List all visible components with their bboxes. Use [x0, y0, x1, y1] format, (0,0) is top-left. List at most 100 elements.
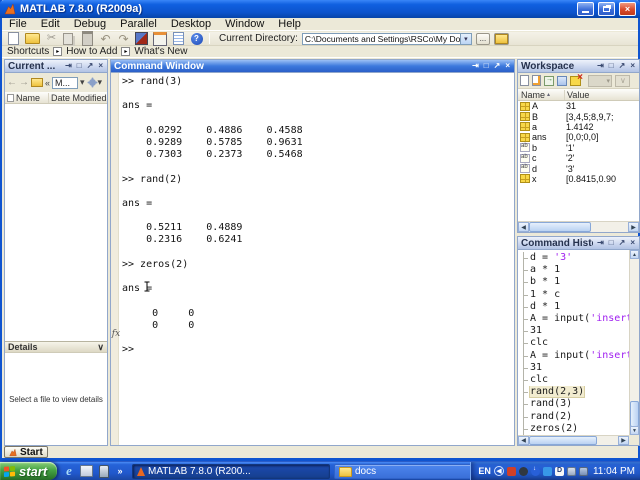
menu-parallel[interactable]: Parallel	[113, 18, 164, 30]
windows-start-button[interactable]: start	[0, 462, 57, 480]
command-window-undock-button[interactable]: ↗	[493, 62, 502, 70]
tray-icon-blue-badge[interactable]	[542, 466, 552, 476]
scroll-left-icon[interactable]: ◀	[518, 222, 529, 232]
clock[interactable]: 11:04 PM	[593, 466, 635, 477]
history-item[interactable]: b * 1	[518, 276, 629, 288]
combo-dropdown-icon[interactable]: ▾	[459, 33, 471, 44]
column-header-date-modified[interactable]: Date Modified	[49, 93, 107, 103]
delete-variable-icon[interactable]	[570, 72, 583, 86]
details-collapse-icon[interactable]: ∨	[97, 342, 104, 353]
command-window-text[interactable]: >> rand(3) ans = 0.0292 0.4886 0.4588 0.…	[122, 76, 512, 443]
save-workspace-icon[interactable]	[557, 75, 567, 86]
menu-help[interactable]: Help	[271, 18, 308, 30]
help-icon[interactable]	[190, 32, 203, 45]
menu-debug[interactable]: Debug	[67, 18, 113, 30]
new-variable-icon[interactable]	[520, 75, 529, 86]
language-indicator[interactable]: EN	[478, 466, 491, 476]
taskbar-task-matlab[interactable]: MATLAB 7.8.0 (R200...	[132, 464, 330, 479]
history-item[interactable]: clc	[518, 337, 629, 349]
command-window-body[interactable]: fx >> rand(3) ans = 0.0292 0.4886 0.4588…	[111, 73, 514, 445]
command-window-maximize-button[interactable]: □	[483, 62, 490, 70]
current-folder-title-bar[interactable]: Current ... ⇥ □ ↗ ×	[5, 60, 107, 73]
copy-icon[interactable]	[63, 32, 76, 45]
history-item[interactable]: clc	[518, 374, 629, 386]
folder-icon[interactable]	[31, 78, 43, 87]
open-variable-icon[interactable]	[532, 75, 541, 86]
workspace-variable-row[interactable]: B [3,4,5;8,9,7;	[518, 111, 639, 122]
history-item[interactable]: 31	[518, 362, 629, 374]
column-header-name[interactable]: Name	[5, 92, 49, 103]
cut-icon[interactable]: ✂	[45, 32, 58, 45]
history-item[interactable]: rand(2)	[518, 411, 629, 423]
close-button[interactable]: ×	[619, 2, 636, 16]
workspace-horizontal-scrollbar[interactable]: ◀ ▶	[518, 221, 639, 232]
messenger-icon[interactable]	[97, 464, 111, 478]
details-header[interactable]: Details ∨	[5, 341, 107, 353]
history-item[interactable]: rand(3)	[518, 398, 629, 410]
tray-icon-update-arrow[interactable]	[530, 466, 540, 476]
simulink-icon[interactable]	[135, 32, 148, 45]
scroll-up-icon[interactable]: ▲	[630, 250, 639, 259]
workspace-variable-row[interactable]: c '2'	[518, 153, 639, 163]
scroll-left-icon[interactable]: ◀	[518, 436, 529, 445]
minimize-button[interactable]	[577, 2, 594, 16]
workspace-variable-row[interactable]: d '3'	[518, 163, 639, 174]
hide-icons-chevron[interactable]: ◀	[493, 466, 504, 476]
editor-icon[interactable]	[172, 32, 185, 45]
command-history-dock-button[interactable]: ⇥	[596, 239, 605, 247]
command-history-undock-button[interactable]: ↗	[618, 239, 627, 247]
scrollbar-thumb[interactable]	[630, 401, 639, 427]
current-directory-combobox[interactable]: C:\Documents and Settings\RSCo\My Docume…	[301, 32, 472, 45]
tray-icon-letter-d[interactable]	[554, 466, 564, 476]
workspace-maximize-button[interactable]: □	[608, 62, 615, 70]
scrollbar-thumb[interactable]	[529, 436, 597, 445]
undo-icon[interactable]: ↶	[99, 32, 112, 45]
actions-gear-icon[interactable]	[88, 79, 96, 86]
redo-icon[interactable]: ↷	[117, 32, 130, 45]
history-item[interactable]: d * 1	[518, 301, 629, 313]
taskbar-task-docs[interactable]: docs	[334, 464, 478, 479]
workspace-variable-row[interactable]: x [0.8415,0.90	[518, 174, 639, 184]
forward-icon[interactable]: →	[19, 77, 29, 88]
function-hints-button[interactable]: fx	[111, 329, 121, 339]
combo-arrow-icon[interactable]: ▾	[80, 77, 85, 88]
history-item[interactable]: 1 * c	[518, 289, 629, 301]
directory-combo[interactable]: M...	[52, 76, 79, 89]
guide-icon[interactable]	[153, 32, 167, 45]
current-folder-maximize-button[interactable]: □	[76, 62, 83, 70]
plot-apply-disabled[interactable]	[615, 74, 630, 87]
current-folder-undock-button[interactable]: ↗	[86, 62, 95, 70]
history-item[interactable]: rand(2,3)	[518, 386, 629, 399]
tray-icon-dark-badge[interactable]	[518, 466, 528, 476]
browse-folder-button[interactable]: ...	[475, 32, 490, 45]
plot-selector-disabled[interactable]	[588, 74, 612, 87]
command-window-close-button[interactable]: ×	[504, 62, 511, 70]
scroll-right-icon[interactable]: ▶	[618, 436, 629, 445]
tray-icon-dual-monitor[interactable]	[566, 466, 576, 476]
menu-file[interactable]: File	[2, 18, 34, 30]
overflow-chevron-icon[interactable]: «	[45, 78, 50, 88]
command-history-close-button[interactable]: ×	[629, 239, 636, 247]
workspace-variable-row[interactable]: b '1'	[518, 143, 639, 153]
gear-arrow-icon[interactable]: ▾	[98, 77, 103, 88]
workspace-dock-button[interactable]: ⇥	[596, 62, 605, 70]
menu-edit[interactable]: Edit	[34, 18, 67, 30]
new-file-icon[interactable]	[7, 32, 20, 45]
tray-icon-red-shield[interactable]	[506, 466, 516, 476]
workspace-variable-row[interactable]: ans [0,0;0,0]	[518, 132, 639, 142]
show-desktop-icon[interactable]	[79, 464, 93, 478]
workspace-column-value[interactable]: Value	[565, 90, 639, 100]
workspace-variable-row[interactable]: a 1.4142	[518, 122, 639, 132]
history-item[interactable]: 31	[518, 325, 629, 337]
history-item[interactable]: zeros(2)	[518, 423, 629, 435]
shortcut-how-to-add[interactable]: How to Add	[66, 46, 117, 57]
history-item[interactable]: A = input('insert	[518, 350, 629, 362]
scroll-right-icon[interactable]: ▶	[628, 222, 639, 232]
history-item[interactable]: d = '3'	[518, 252, 629, 264]
history-item[interactable]: A = input('insert	[518, 313, 629, 325]
current-folder-file-list[interactable]	[5, 104, 107, 341]
up-one-level-icon[interactable]	[493, 32, 509, 45]
scrollbar-track[interactable]	[529, 222, 628, 232]
command-history-title-bar[interactable]: Command History ⇥ □ ↗ ×	[518, 237, 639, 250]
back-icon[interactable]: ←	[7, 77, 17, 88]
